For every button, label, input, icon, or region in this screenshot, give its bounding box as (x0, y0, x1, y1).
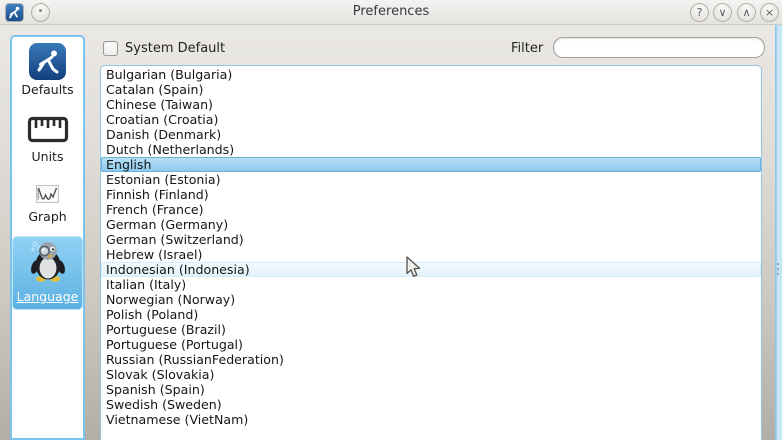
language-row[interactable]: Russian (RussianFederation) (101, 352, 761, 367)
language-row[interactable]: Finnish (Finland) (101, 187, 761, 202)
language-row[interactable]: Croatian (Croatia) (101, 112, 761, 127)
language-row[interactable]: Portuguese (Portugal) (101, 337, 761, 352)
grip-dot-icon (777, 268, 779, 270)
language-row[interactable]: French (France) (101, 202, 761, 217)
filter-input[interactable] (553, 37, 765, 58)
close-button[interactable]: × (760, 3, 779, 22)
language-row[interactable]: Estonian (Estonia) (101, 172, 761, 187)
language-row[interactable]: Catalan (Spain) (101, 82, 761, 97)
ruler-icon (27, 116, 69, 147)
profile-graph-icon (36, 185, 59, 207)
chevron-up-icon: ∧ (742, 7, 750, 18)
shade-up-button[interactable]: ∧ (737, 3, 756, 22)
sidebar-item-label: Defaults (12, 82, 83, 97)
window-title: Preferences (0, 4, 782, 19)
sidebar-item-defaults[interactable]: Defaults (12, 40, 83, 103)
language-row[interactable]: Slovak (Slovakia) (101, 367, 761, 382)
language-row[interactable]: German (Switzerland) (101, 232, 761, 247)
preferences-sidebar: Defaults Units Graph (10, 35, 85, 440)
sidebar-item-graph[interactable]: Graph (12, 182, 83, 230)
language-list[interactable]: Bulgarian (Bulgaria)Catalan (Spain)Chine… (100, 65, 762, 440)
language-row[interactable]: Norwegian (Norway) (101, 292, 761, 307)
language-row[interactable]: English (101, 157, 761, 172)
tux-penguin-icon (26, 239, 70, 287)
language-row[interactable]: Polish (Poland) (101, 307, 761, 322)
shade-down-button[interactable]: ∨ (713, 3, 732, 22)
diver-icon (29, 43, 66, 80)
titlebar[interactable]: Preferences ? ∨ ∧ × (0, 0, 782, 25)
language-row[interactable]: German (Germany) (101, 217, 761, 232)
language-row[interactable]: Swedish (Sweden) (101, 397, 761, 412)
language-row[interactable]: Dutch (Netherlands) (101, 142, 761, 157)
help-button[interactable]: ? (690, 3, 709, 22)
grip-dot-icon (777, 273, 779, 275)
language-row[interactable]: Hebrew (Israel) (101, 247, 761, 262)
close-icon: × (765, 7, 774, 18)
chevron-down-icon: ∨ (718, 7, 726, 18)
right-splitter-strip[interactable] (775, 25, 782, 440)
filter-label: Filter (511, 41, 543, 56)
language-row[interactable]: Bulgarian (Bulgaria) (101, 67, 761, 82)
sidebar-item-language[interactable]: Language (12, 236, 83, 310)
language-row[interactable]: Vietnamese (VietNam) (101, 412, 761, 427)
sidebar-item-units[interactable]: Units (12, 113, 83, 170)
sidebar-item-label: Graph (12, 209, 83, 224)
question-icon: ? (697, 7, 703, 18)
language-row[interactable]: Portuguese (Brazil) (101, 322, 761, 337)
language-row[interactable]: Indonesian (Indonesia) (101, 262, 761, 277)
language-row[interactable]: Chinese (Taiwan) (101, 97, 761, 112)
sidebar-item-label: Units (12, 149, 83, 164)
language-row[interactable]: Spanish (Spain) (101, 382, 761, 397)
language-row[interactable]: Danish (Denmark) (101, 127, 761, 142)
system-default-label[interactable]: System Default (125, 41, 225, 56)
system-default-checkbox[interactable] (103, 41, 118, 56)
grip-dot-icon (777, 263, 779, 265)
sidebar-item-label: Language (12, 289, 83, 304)
language-row[interactable]: Italian (Italy) (101, 277, 761, 292)
